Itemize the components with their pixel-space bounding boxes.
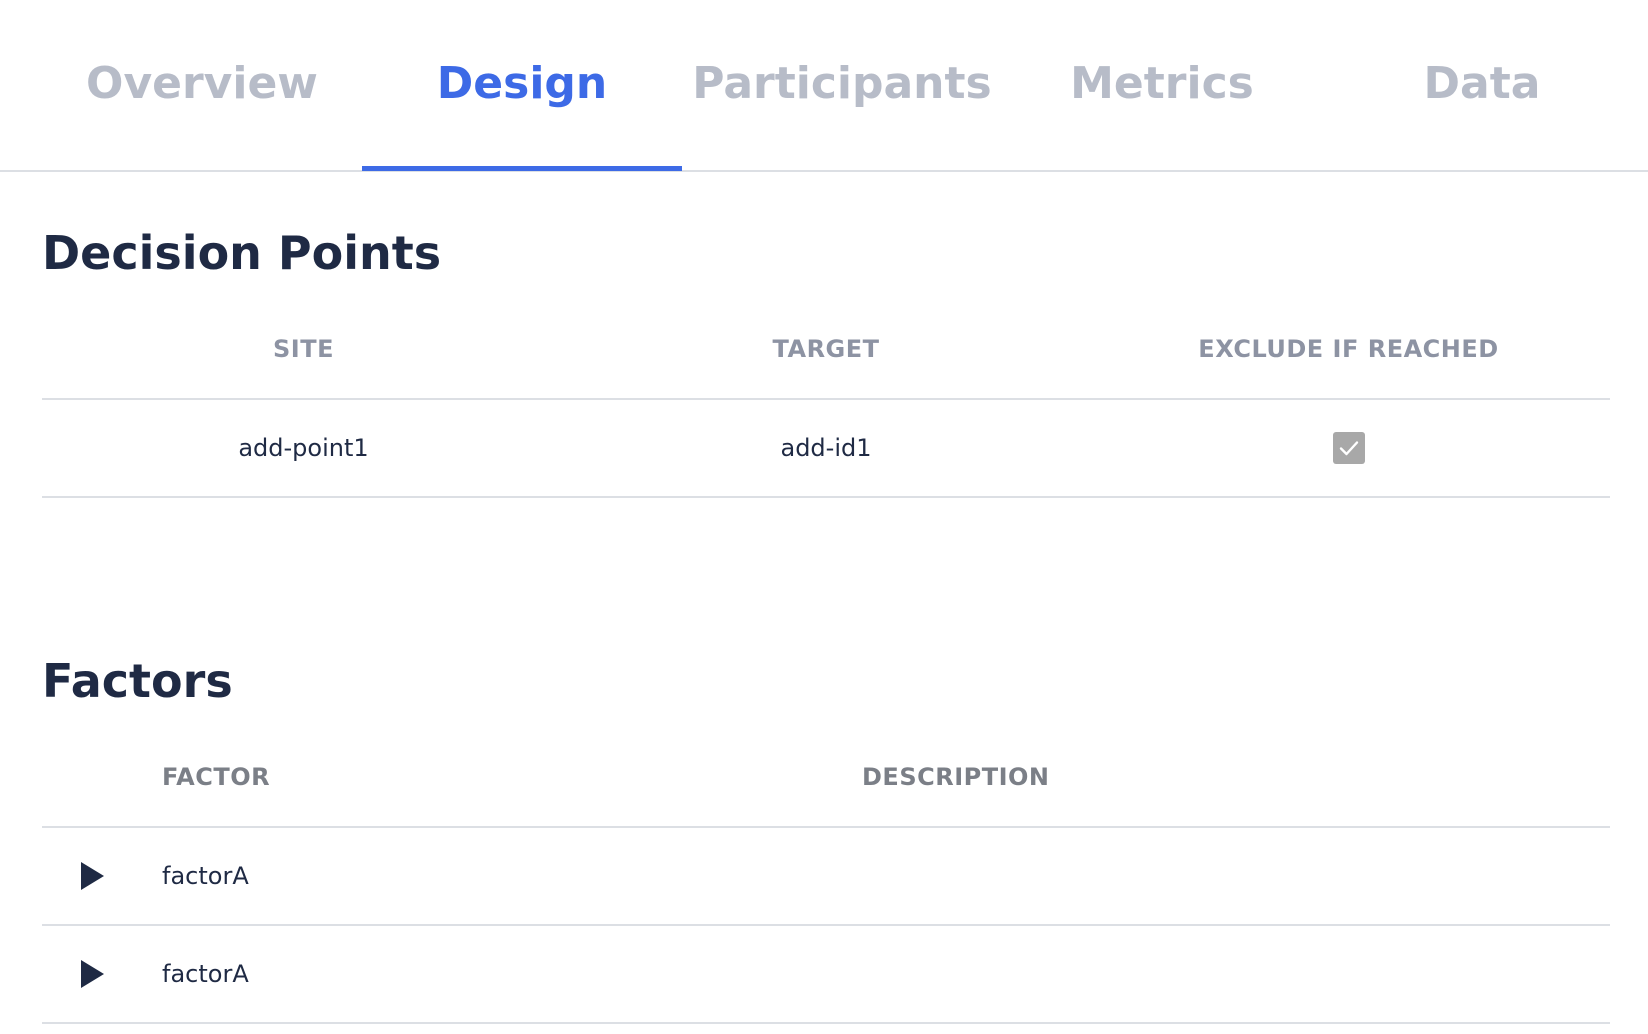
column-header-target: TARGET	[772, 335, 880, 363]
tab-participants[interactable]: Participants	[682, 0, 1002, 172]
table-row: factorA	[42, 926, 1610, 1024]
tab-overview[interactable]: Overview	[42, 0, 362, 172]
expand-cell	[72, 926, 132, 1022]
column-header-description: DESCRIPTION	[862, 763, 1050, 791]
tab-bar: Overview Design Participants Metrics Dat…	[0, 0, 1648, 172]
expand-row-button[interactable]	[72, 954, 112, 994]
tab-design[interactable]: Design	[362, 0, 682, 172]
exclude-if-reached-checkbox[interactable]	[1332, 432, 1365, 464]
expand-row-button[interactable]	[72, 856, 112, 896]
tab-data[interactable]: Data	[1322, 0, 1642, 172]
triangle-right-icon	[81, 862, 104, 890]
exclude-if-reached-cell	[1087, 400, 1610, 496]
table-row: add-point1 add-id1	[42, 400, 1610, 498]
factor-name: factorA	[162, 960, 249, 988]
decision-point-site: add-point1	[238, 434, 369, 462]
column-header-site: SITE	[273, 335, 334, 363]
tab-metrics[interactable]: Metrics	[1002, 0, 1322, 172]
factors-header-row: FACTOR DESCRIPTION	[42, 728, 1610, 828]
experiment-design-page: Overview Design Participants Metrics Dat…	[0, 0, 1648, 1034]
checkmark-icon	[1339, 441, 1358, 456]
expand-cell	[72, 828, 132, 924]
table-row: factorA	[42, 828, 1610, 926]
factors-title: Factors	[42, 654, 233, 708]
factor-name: factorA	[162, 862, 249, 890]
decision-points-table: SITE TARGET EXCLUDE IF REACHED add-point…	[42, 300, 1610, 498]
active-tab-indicator	[362, 166, 682, 171]
factors-table: FACTOR DESCRIPTION factorA factorA	[42, 728, 1610, 1024]
triangle-right-icon	[81, 960, 104, 988]
column-header-factor: FACTOR	[162, 763, 271, 791]
factor-description	[862, 926, 1562, 1022]
decision-point-target: add-id1	[780, 434, 872, 462]
decision-points-header-row: SITE TARGET EXCLUDE IF REACHED	[42, 300, 1610, 400]
decision-points-title: Decision Points	[42, 226, 442, 280]
column-header-exclude-if-reached: EXCLUDE IF REACHED	[1198, 335, 1499, 363]
factor-description	[862, 828, 1562, 924]
